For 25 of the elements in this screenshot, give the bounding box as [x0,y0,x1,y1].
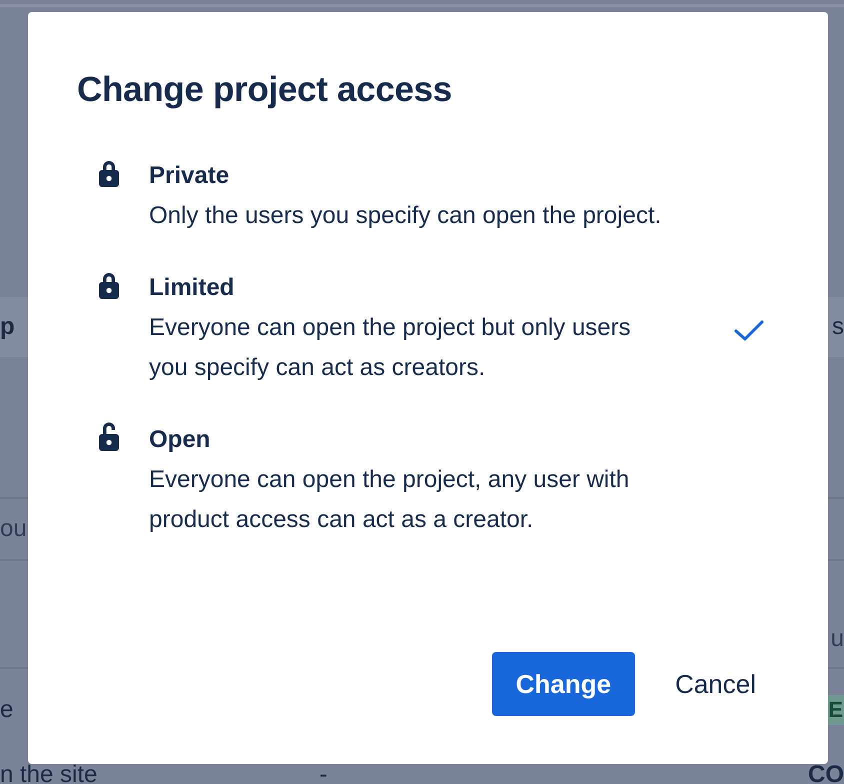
check-icon [734,320,764,342]
cancel-button[interactable]: Cancel [651,652,780,716]
background-text: p [0,313,15,341]
dialog-title: Change project access [77,70,453,110]
background-text: - [319,765,328,784]
background-text: u [830,625,844,653]
background-text: ou [0,515,27,543]
background-text: CO [808,765,844,784]
status-lozenge: E [827,695,844,725]
option-description: Everyone can open the project but only users you specify can act as creators. [149,313,632,383]
lock-icon [97,158,121,188]
option-title: Private [149,161,230,191]
option-title: Open [149,425,212,455]
access-option[interactable]: Private Only the users you specify can open the project. [77,156,780,236]
option-description: Everyone can open the project, any user with product access can act as a creator. [149,465,630,535]
option-description: Only the users you specify can open the project. [149,201,662,231]
background-text: s [832,313,844,341]
background-text: n the site [0,765,98,784]
background-text: e [0,696,14,724]
unlocked-icon [97,422,121,452]
access-option[interactable]: Open Everyone can open the project, any user with product access can act as a creator. [77,420,780,540]
access-option[interactable]: Limited Everyone can open the project but only users you specify can act as creators. [77,268,780,388]
change-button[interactable]: Change [492,652,636,716]
option-title: Limited [149,273,236,303]
lock-icon [97,270,121,300]
